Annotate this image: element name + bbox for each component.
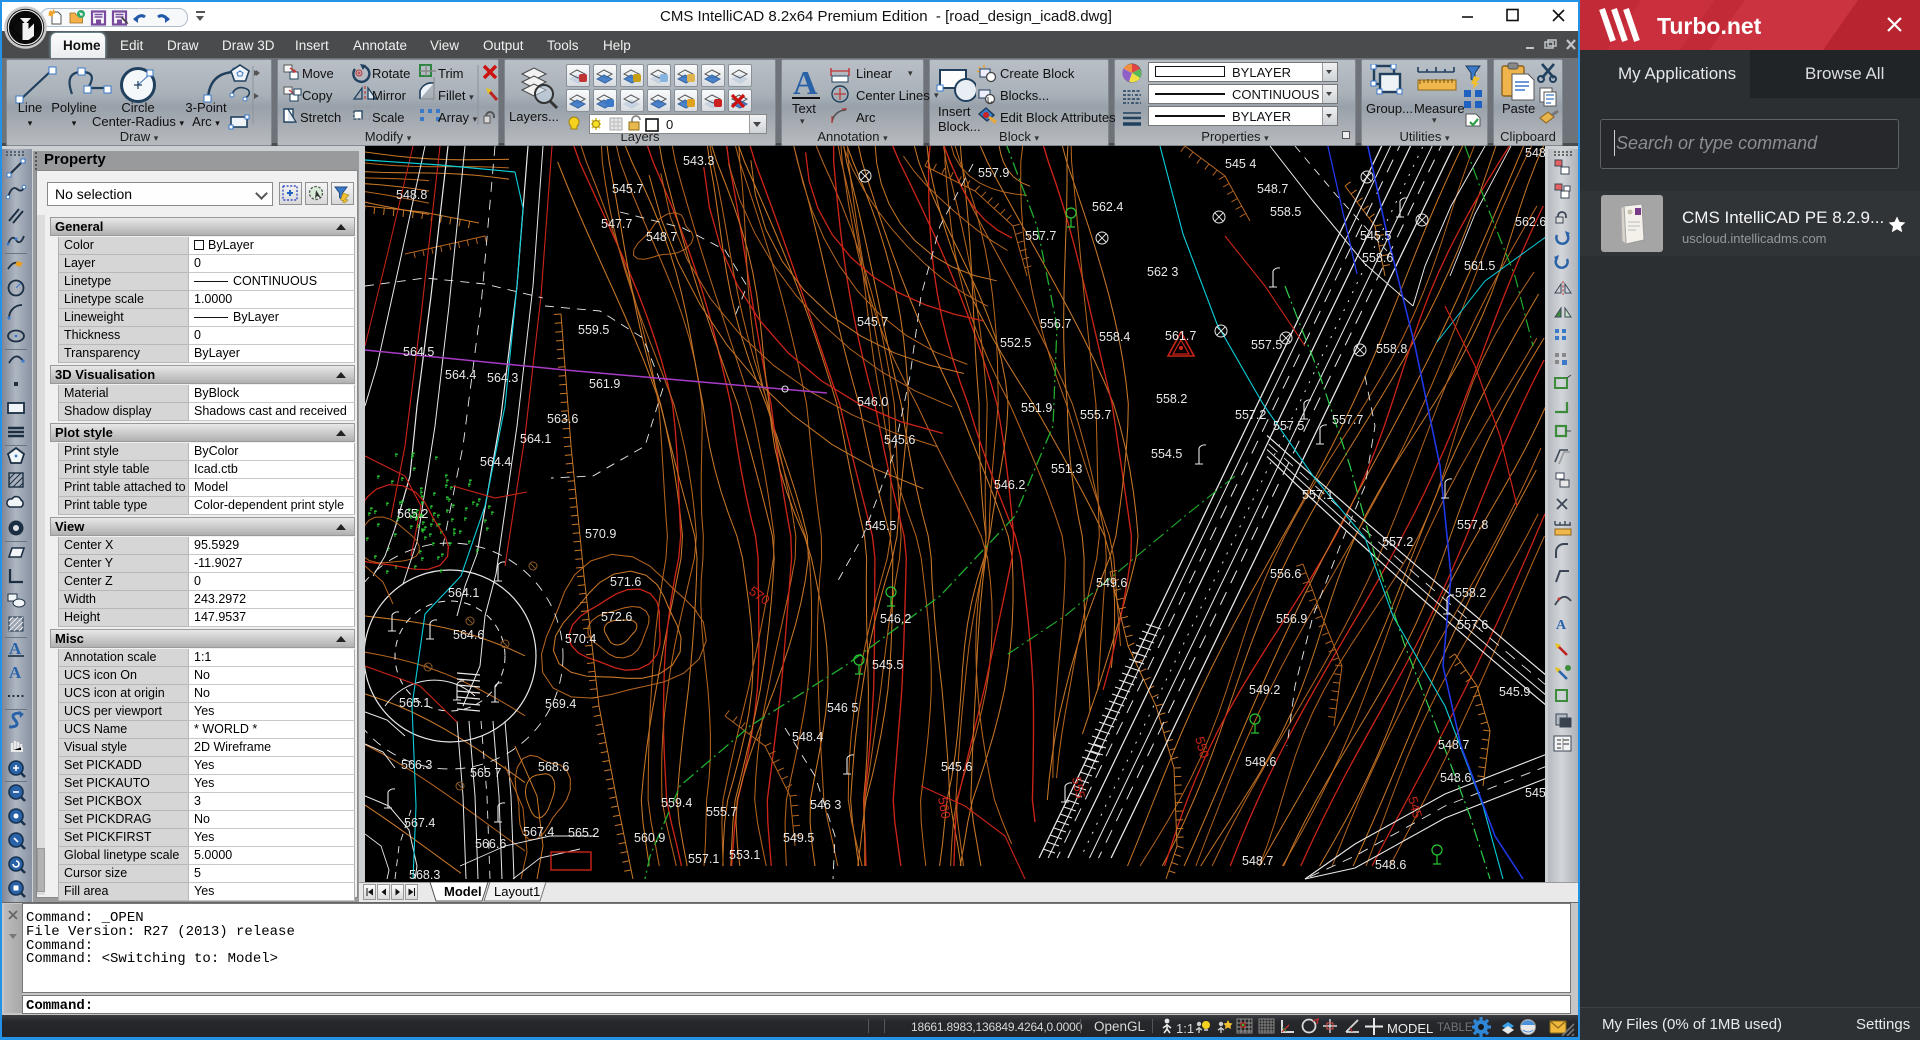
svg-text:548.7: 548.7 bbox=[1242, 854, 1273, 868]
svg-text:558.4: 558.4 bbox=[1099, 330, 1130, 344]
svg-text:548.7: 548.7 bbox=[1438, 738, 1469, 752]
svg-text:A: A bbox=[1556, 618, 1567, 633]
svg-text:543.3: 543.3 bbox=[683, 154, 714, 168]
svg-text:554.5: 554.5 bbox=[1151, 447, 1182, 461]
svg-text:565.1: 565.1 bbox=[399, 696, 430, 710]
svg-text:562.4: 562.4 bbox=[1092, 200, 1123, 214]
svg-text:545.5: 545.5 bbox=[865, 519, 896, 533]
svg-text:549.6: 549.6 bbox=[1096, 576, 1127, 590]
svg-text:545.7: 545.7 bbox=[612, 182, 643, 196]
svg-text:558.8: 558.8 bbox=[1376, 342, 1407, 356]
svg-text:548.6: 548.6 bbox=[1245, 755, 1276, 769]
svg-text:557.1: 557.1 bbox=[688, 852, 719, 866]
svg-text:569.4: 569.4 bbox=[545, 697, 576, 711]
svg-text:561.5: 561.5 bbox=[1464, 259, 1495, 273]
svg-text:562 3: 562 3 bbox=[1147, 265, 1178, 279]
svg-text:557.5: 557.5 bbox=[1251, 338, 1282, 352]
svg-text:546.2: 546.2 bbox=[880, 612, 911, 626]
svg-text:555.7: 555.7 bbox=[706, 805, 737, 819]
svg-text:545.5: 545.5 bbox=[1360, 229, 1391, 243]
svg-text:570.9: 570.9 bbox=[585, 527, 616, 541]
svg-text:Layout1: Layout1 bbox=[494, 884, 540, 899]
svg-text:558.2: 558.2 bbox=[1156, 392, 1187, 406]
svg-text:546.0: 546.0 bbox=[857, 395, 888, 409]
svg-text:561.9: 561.9 bbox=[589, 377, 620, 391]
svg-text:A: A bbox=[9, 639, 22, 658]
svg-text:545.6: 545.6 bbox=[1525, 786, 1545, 800]
svg-text:564.5: 564.5 bbox=[403, 345, 434, 359]
svg-text:557.1: 557.1 bbox=[1302, 488, 1333, 502]
svg-text:557.6: 557.6 bbox=[1457, 618, 1488, 632]
svg-text:546.2: 546.2 bbox=[994, 478, 1025, 492]
svg-text:546 3: 546 3 bbox=[810, 798, 841, 812]
svg-text:564.4: 564.4 bbox=[445, 368, 476, 382]
svg-text:545.6: 545.6 bbox=[884, 433, 915, 447]
svg-text:545.7: 545.7 bbox=[857, 315, 888, 329]
svg-text:557.5: 557.5 bbox=[1273, 419, 1304, 433]
svg-text:A: A bbox=[9, 663, 22, 682]
svg-text:548.8: 548.8 bbox=[396, 188, 427, 202]
svg-text:556.9: 556.9 bbox=[1276, 612, 1307, 626]
svg-text:567.4: 567.4 bbox=[523, 825, 554, 839]
svg-text:564.4: 564.4 bbox=[480, 455, 511, 469]
svg-text:556.7: 556.7 bbox=[1040, 317, 1071, 331]
svg-text:545.5: 545.5 bbox=[872, 658, 903, 672]
svg-text:552.5: 552.5 bbox=[1000, 336, 1031, 350]
svg-text:559.5: 559.5 bbox=[578, 323, 609, 337]
svg-text:555.7: 555.7 bbox=[1080, 408, 1111, 422]
svg-text:549.2: 549.2 bbox=[1249, 683, 1280, 697]
svg-text:557.2: 557.2 bbox=[1235, 408, 1266, 422]
svg-text:548.6: 548.6 bbox=[1440, 771, 1471, 785]
svg-text:566.6: 566.6 bbox=[475, 837, 506, 851]
svg-text:547.7: 547.7 bbox=[601, 217, 632, 231]
svg-text:548.6: 548.6 bbox=[1375, 858, 1406, 872]
svg-text:557.7: 557.7 bbox=[1332, 413, 1363, 427]
svg-text:570.4: 570.4 bbox=[565, 632, 596, 646]
svg-text:565.2: 565.2 bbox=[568, 826, 599, 840]
svg-text:549.5: 549.5 bbox=[783, 831, 814, 845]
svg-text:546 5: 546 5 bbox=[827, 701, 858, 715]
svg-text:553.1: 553.1 bbox=[729, 848, 760, 862]
svg-text:568.6: 568.6 bbox=[538, 760, 569, 774]
svg-text:565 7: 565 7 bbox=[470, 766, 501, 780]
svg-text:559.4: 559.4 bbox=[661, 796, 692, 810]
svg-text:563.6: 563.6 bbox=[547, 412, 578, 426]
svg-text:568.3: 568.3 bbox=[409, 868, 440, 882]
svg-text:572.6: 572.6 bbox=[601, 610, 632, 624]
svg-text:551.9: 551.9 bbox=[1021, 401, 1052, 415]
svg-text:0: 0 bbox=[666, 117, 673, 132]
svg-text:558.6: 558.6 bbox=[1362, 251, 1393, 265]
svg-text:A: A bbox=[793, 65, 818, 102]
svg-text:564.6: 564.6 bbox=[453, 628, 484, 642]
svg-text:564.3: 564.3 bbox=[487, 371, 518, 385]
svg-text:551.3: 551.3 bbox=[1051, 462, 1082, 476]
svg-text:548 7: 548 7 bbox=[646, 230, 677, 244]
svg-text:545.9: 545.9 bbox=[1499, 685, 1530, 699]
svg-text:560.9: 560.9 bbox=[634, 831, 665, 845]
svg-text:557.2: 557.2 bbox=[1382, 535, 1413, 549]
svg-text:545 4: 545 4 bbox=[1225, 157, 1256, 171]
svg-text:567.4: 567.4 bbox=[404, 816, 435, 830]
svg-text:548.4: 548.4 bbox=[792, 730, 823, 744]
svg-text:566.3: 566.3 bbox=[401, 758, 432, 772]
svg-text:564.1: 564.1 bbox=[520, 432, 551, 446]
svg-text:564.1: 564.1 bbox=[448, 586, 479, 600]
svg-text:557.7: 557.7 bbox=[1025, 229, 1056, 243]
svg-text:557.9: 557.9 bbox=[978, 166, 1009, 180]
svg-text:556.6: 556.6 bbox=[1270, 567, 1301, 581]
svg-text:558.5: 558.5 bbox=[1270, 205, 1301, 219]
svg-text:558.2: 558.2 bbox=[1455, 586, 1486, 600]
svg-text:561.7: 561.7 bbox=[1165, 329, 1196, 343]
svg-text:571.6: 571.6 bbox=[610, 575, 641, 589]
svg-text:Model: Model bbox=[444, 884, 482, 899]
svg-text:545.6: 545.6 bbox=[941, 760, 972, 774]
svg-text:565.2: 565.2 bbox=[397, 507, 428, 521]
svg-text:562.6: 562.6 bbox=[1515, 215, 1545, 229]
svg-text:548.7: 548.7 bbox=[1257, 182, 1288, 196]
svg-text:557.8: 557.8 bbox=[1457, 518, 1488, 532]
svg-text:548.7: 548.7 bbox=[1525, 146, 1545, 160]
